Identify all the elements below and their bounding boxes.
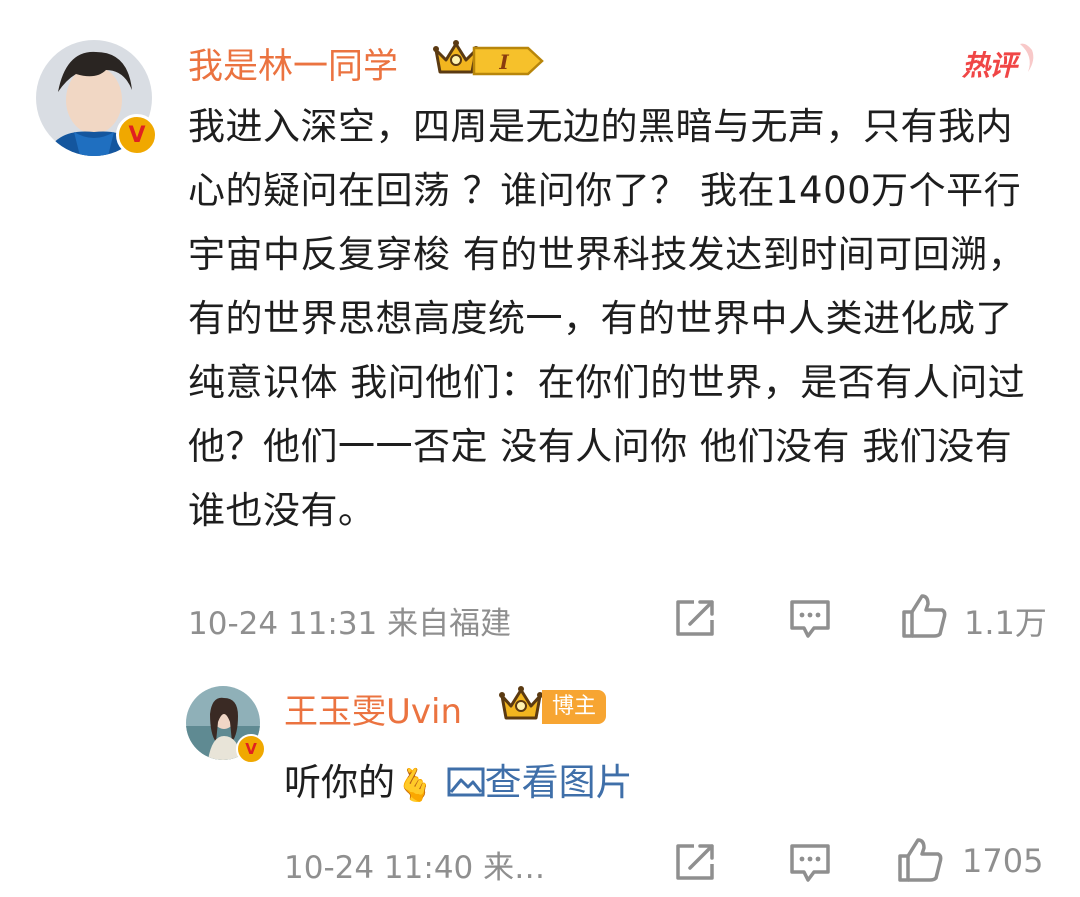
comment-icon[interactable] <box>788 842 832 884</box>
level-badge: I <box>472 44 546 78</box>
reply-username[interactable]: 王玉雯Uvin <box>284 684 462 733</box>
reply-timestamp-location: 10-24 11:40 来… <box>284 850 546 886</box>
comment-timestamp-location: 10-24 11:31 来自福建 <box>188 606 512 642</box>
comment-text: 我进入深空，四周是无边的黑暗与无声，只有我内心的疑问在回荡 ？谁问你了？ 我在1… <box>188 105 1026 532</box>
heart-hand-emoji: 🫰 <box>395 765 435 804</box>
comment-username[interactable]: 我是林一同学 <box>188 38 398 89</box>
like-count: 1.1万 <box>964 604 1047 642</box>
share-icon[interactable] <box>674 842 718 882</box>
reply-user-avatar[interactable]: V <box>186 686 266 764</box>
user-avatar[interactable]: V <box>36 40 158 156</box>
share-icon[interactable] <box>674 598 718 638</box>
view-image-link[interactable]: 查看图片 <box>447 761 633 804</box>
thumbs-up-icon[interactable] <box>896 836 944 884</box>
reply-text: 听你的 <box>284 761 395 804</box>
view-image-label: 查看图片 <box>484 761 633 804</box>
image-icon <box>447 767 485 797</box>
comment-thread: V 我是林一同学 I 热评 我进入深空，四周是无边的黑暗与无声，只有我内心的疑问… <box>0 0 1080 897</box>
blogger-badge: 博主 <box>542 690 607 724</box>
level-label: I <box>498 50 509 74</box>
hot-comment-label: 热评 <box>962 49 1017 82</box>
reply-like-count: 1705 <box>962 842 1044 880</box>
verified-badge: V <box>236 734 266 764</box>
verified-badge: V <box>116 114 158 156</box>
thumbs-up-icon[interactable] <box>900 592 948 640</box>
reply-text-line: 听你的🫰 查看图片 <box>284 752 633 806</box>
comment-icon[interactable] <box>788 598 832 640</box>
crown-icon <box>499 686 543 720</box>
